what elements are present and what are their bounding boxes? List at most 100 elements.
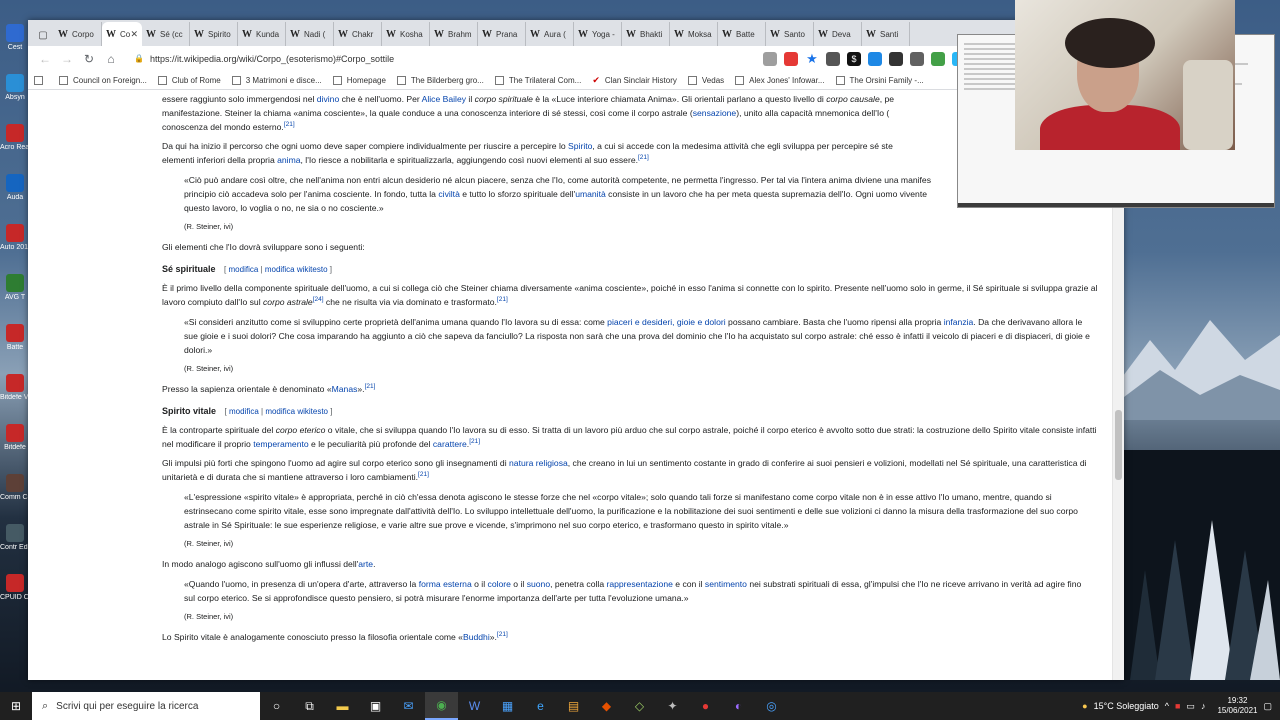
- store-icon[interactable]: ▣: [359, 692, 392, 720]
- edge-icon[interactable]: e: [524, 692, 557, 720]
- app-icon-7[interactable]: ◐: [722, 692, 755, 720]
- link-infanzia[interactable]: infanzia: [944, 317, 974, 327]
- adblock-ext-icon[interactable]: [784, 51, 798, 66]
- apps-icon[interactable]: [34, 75, 48, 85]
- desktop-shortcut[interactable]: CPUID CPU-: [0, 570, 30, 620]
- ref-21[interactable]: [21]: [365, 383, 376, 390]
- extension-icon-2[interactable]: [868, 51, 882, 66]
- app-icon-3[interactable]: ◆: [590, 692, 623, 720]
- bookmark-item[interactable]: The Orsini Family -...: [835, 75, 924, 85]
- close-tab-icon[interactable]: ✕: [130, 29, 138, 40]
- desktop-shortcut[interactable]: AVG T: [0, 270, 30, 320]
- windows-start-icon[interactable]: ⊞: [0, 692, 32, 720]
- browser-tab[interactable]: W Sé (cc: [142, 22, 190, 46]
- desktop-shortcut[interactable]: Cest: [0, 20, 30, 70]
- link-rappresentazione[interactable]: rappresentazione: [606, 579, 672, 589]
- desktop-shortcut[interactable]: Bitdefe: [0, 420, 30, 470]
- desktop-shortcut[interactable]: Batte: [0, 320, 30, 370]
- desktop-shortcut[interactable]: Auda: [0, 170, 30, 220]
- browser-tab[interactable]: W Deva: [814, 22, 862, 46]
- app-icon-5[interactable]: ✦: [656, 692, 689, 720]
- bookmark-item[interactable]: The Bilderberg gro...: [396, 75, 484, 85]
- browser-tab[interactable]: W Yoga -: [574, 22, 622, 46]
- browser-tab[interactable]: W Co ✕: [102, 22, 142, 46]
- bitdefender-tray-icon[interactable]: ■: [1175, 701, 1180, 711]
- app-icon-6[interactable]: ●: [689, 692, 722, 720]
- browser-tab[interactable]: W Corpo: [54, 22, 102, 46]
- link-anima[interactable]: anima: [277, 155, 300, 165]
- edit-link[interactable]: modifica: [229, 407, 259, 416]
- browser-tab[interactable]: W Moksa: [670, 22, 718, 46]
- bookmark-item[interactable]: Homepage: [332, 75, 386, 85]
- desktop-shortcut[interactable]: Bitdefe VP: [0, 370, 30, 420]
- bookmark-item[interactable]: Vedas: [687, 75, 724, 85]
- dollar-ext-icon[interactable]: $: [847, 51, 861, 66]
- extension-icon-5[interactable]: [931, 51, 945, 66]
- bookmark-item[interactable]: Alex Jones' Infowar...: [735, 75, 825, 85]
- edit-link[interactable]: modifica: [229, 265, 259, 274]
- ref-21[interactable]: [21]: [638, 154, 649, 161]
- bookmark-item[interactable]: Council on Foreign...: [59, 75, 147, 85]
- app-icon-2[interactable]: ▤: [557, 692, 590, 720]
- browser-tab[interactable]: W Prana: [478, 22, 526, 46]
- link-carattere[interactable]: carattere: [433, 439, 467, 449]
- taskbar-search-box[interactable]: ⌕ Scrivi qui per eseguire la ricerca: [32, 692, 260, 720]
- desktop-shortcut[interactable]: Contr Edit: [0, 520, 30, 570]
- browser-tab[interactable]: W Aura (: [526, 22, 574, 46]
- link-colore[interactable]: colore: [488, 579, 511, 589]
- back-icon[interactable]: ←: [34, 48, 56, 70]
- link-sensazione[interactable]: sensazione: [693, 108, 736, 118]
- link-umanita[interactable]: umanità: [575, 189, 606, 199]
- browser-tab[interactable]: W Kosha: [382, 22, 430, 46]
- bookmark-item[interactable]: 3 Matrimoni e disce...: [231, 75, 322, 85]
- browser-tab[interactable]: W Nadi (: [286, 22, 334, 46]
- bookmark-item[interactable]: ✔ Clan Sinclair History: [592, 75, 677, 86]
- scrollbar-thumb[interactable]: [1115, 410, 1122, 480]
- word-icon[interactable]: W: [458, 692, 491, 720]
- bookmark-star-icon[interactable]: ★: [805, 51, 819, 66]
- ref-21[interactable]: [21]: [418, 471, 429, 478]
- desktop-shortcut[interactable]: Comm Conqu: [0, 470, 30, 520]
- address-bar[interactable]: 🔒 https://it.wikipedia.org/wiki/Corpo_(e…: [130, 49, 550, 68]
- chrome-icon[interactable]: ◉: [425, 692, 458, 720]
- browser-tab[interactable]: W Santi: [862, 22, 910, 46]
- browser-tab[interactable]: W Batte: [718, 22, 766, 46]
- ref-24[interactable]: [24]: [313, 296, 324, 303]
- home-icon[interactable]: ⌂: [100, 48, 122, 70]
- browser-tab[interactable]: W Bhakti: [622, 22, 670, 46]
- tray-chevron-icon[interactable]: ^: [1165, 701, 1169, 711]
- edit-wikitext-link[interactable]: modifica wikitesto: [265, 265, 328, 274]
- app-icon-8[interactable]: ◎: [755, 692, 788, 720]
- browser-tab[interactable]: W Spirito: [190, 22, 238, 46]
- screenshot-ext-icon[interactable]: [763, 51, 777, 66]
- bookmark-item[interactable]: Club of Rome: [157, 75, 221, 85]
- desktop-shortcut[interactable]: Auto 2015: [0, 220, 30, 270]
- app-icon-4[interactable]: ◇: [623, 692, 656, 720]
- browser-tab[interactable]: W Chakr: [334, 22, 382, 46]
- notifications-icon[interactable]: ▢: [1263, 701, 1272, 712]
- mail-icon[interactable]: ✉: [392, 692, 425, 720]
- volume-icon[interactable]: ♪: [1201, 701, 1206, 711]
- link-temperamento[interactable]: temperamento: [253, 439, 308, 449]
- network-icon[interactable]: ▭: [1186, 701, 1195, 712]
- ref-21[interactable]: [21]: [284, 121, 295, 128]
- link-manas[interactable]: Manas: [332, 384, 358, 394]
- extension-icon-1[interactable]: [826, 51, 840, 66]
- browser-tab[interactable]: W Kunda: [238, 22, 286, 46]
- system-clock[interactable]: 19:32 15/06/2021: [1217, 696, 1257, 716]
- edit-wikitext-link[interactable]: modifica wikitesto: [265, 407, 328, 416]
- browser-tab[interactable]: W Santo: [766, 22, 814, 46]
- link-piaceri-desideri[interactable]: piaceri e desideri, gioie e dolori: [607, 317, 725, 327]
- link-arte[interactable]: arte: [358, 559, 373, 569]
- link-forma-esterna[interactable]: forma esterna: [419, 579, 472, 589]
- browser-tab[interactable]: W Brahm: [430, 22, 478, 46]
- link-divino[interactable]: divino: [317, 94, 339, 104]
- link-buddhi[interactable]: Buddhi: [463, 632, 490, 642]
- weather-text[interactable]: 15°C Soleggiato: [1094, 701, 1159, 711]
- reload-icon[interactable]: ↻: [78, 48, 100, 70]
- extension-icon-4[interactable]: [910, 51, 924, 66]
- link-suono[interactable]: suono: [527, 579, 550, 589]
- link-sentimento[interactable]: sentimento: [705, 579, 747, 589]
- desktop-shortcut[interactable]: Absyn: [0, 70, 30, 120]
- extension-icon-3[interactable]: [889, 51, 903, 66]
